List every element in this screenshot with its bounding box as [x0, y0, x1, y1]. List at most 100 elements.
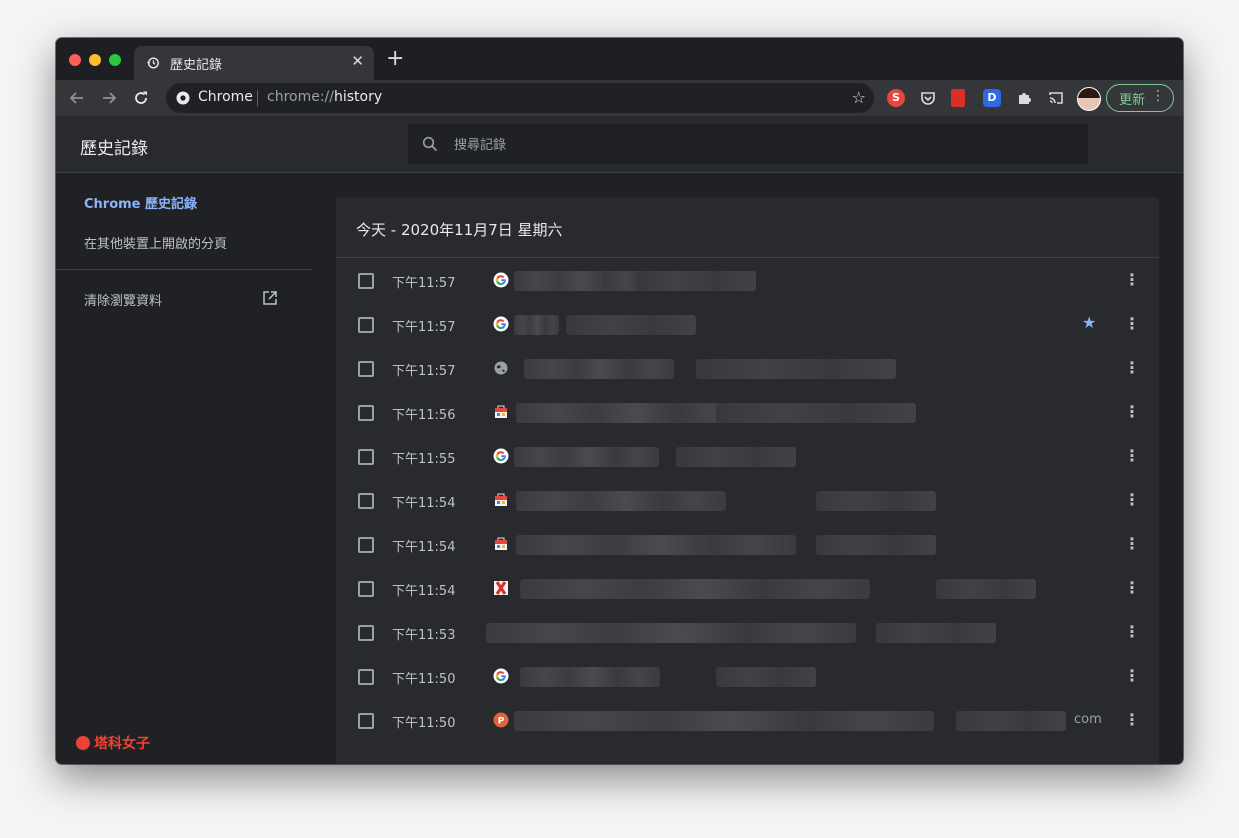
- arrow-right-icon: [103, 92, 117, 104]
- clear-browsing-data-link[interactable]: 清除瀏覽資料: [84, 290, 162, 309]
- row-menu-icon[interactable]: ⋮: [1124, 578, 1140, 597]
- pocket-icon[interactable]: [919, 89, 937, 107]
- row-title-redacted[interactable]: [514, 271, 644, 291]
- row-title-redacted[interactable]: [486, 623, 856, 643]
- store-icon: [493, 492, 509, 508]
- row-title-redacted[interactable]: [516, 491, 726, 511]
- row-menu-icon[interactable]: ⋮: [1124, 270, 1140, 289]
- history-row[interactable]: 下午11:57 ⋮: [336, 347, 1159, 391]
- search-input[interactable]: [452, 132, 1056, 158]
- row-checkbox[interactable]: [358, 361, 374, 377]
- profile-avatar[interactable]: [1077, 87, 1101, 111]
- history-row[interactable]: 下午11:54 ⋮: [336, 479, 1159, 523]
- google-icon: [493, 668, 509, 684]
- row-title-redacted[interactable]: [514, 447, 659, 467]
- row-checkbox[interactable]: [358, 713, 374, 729]
- search-icon: [422, 136, 438, 152]
- site-label: Chrome: [198, 89, 253, 105]
- bookmark-star-icon[interactable]: ☆: [852, 88, 866, 107]
- row-domain-redacted: [936, 579, 1036, 599]
- history-row[interactable]: 下午11:55 ⋮: [336, 435, 1159, 479]
- history-row[interactable]: 下午11:57 ★ ⋮: [336, 303, 1159, 347]
- avatar-hair: [1078, 88, 1100, 98]
- cast-icon[interactable]: [1047, 89, 1065, 107]
- row-title-redacted[interactable]: [520, 579, 870, 599]
- google-icon: [493, 316, 509, 332]
- sidebar-item-chrome-history[interactable]: Chrome 歷史記錄: [84, 193, 197, 212]
- url-host: history: [334, 89, 383, 105]
- address-separator: [257, 90, 258, 106]
- sidebar-item-other-devices[interactable]: 在其他裝置上開啟的分頁: [84, 233, 227, 252]
- open-in-new-icon[interactable]: [262, 290, 278, 306]
- row-menu-icon[interactable]: ⋮: [1124, 666, 1140, 685]
- zoom-window-button[interactable]: [109, 54, 121, 66]
- row-menu-icon[interactable]: ⋮: [1124, 446, 1140, 465]
- forward-button[interactable]: [96, 85, 122, 111]
- row-checkbox[interactable]: [358, 273, 374, 289]
- history-card: 今天 - 2020年11月7日 星期六 下午11:57 ⋮ 下午11:57 ★ ⋮ 下午1…: [336, 197, 1159, 764]
- row-time: 下午11:54: [392, 584, 456, 599]
- row-menu-icon[interactable]: ⋮: [1124, 534, 1140, 553]
- svg-text:P: P: [498, 717, 505, 727]
- row-time: 下午11:50: [392, 716, 456, 731]
- row-title-redacted[interactable]: [516, 535, 796, 555]
- row-checkbox[interactable]: [358, 449, 374, 465]
- search-box[interactable]: [408, 124, 1088, 164]
- reload-button[interactable]: [128, 85, 154, 111]
- address-bar[interactable]: Chrome chrome://history ☆: [166, 83, 874, 113]
- row-checkbox[interactable]: [358, 537, 374, 553]
- history-row[interactable]: 下午11:50 ⋮: [336, 655, 1159, 699]
- row-title-redacted[interactable]: [514, 315, 559, 335]
- row-checkbox[interactable]: [358, 581, 374, 597]
- row-menu-icon[interactable]: ⋮: [1124, 622, 1140, 641]
- row-time: 下午11:56: [392, 408, 456, 423]
- row-menu-icon[interactable]: ⋮: [1124, 402, 1140, 421]
- brand-watermark: 塔科女子: [76, 733, 150, 753]
- row-time: 下午11:57: [392, 276, 456, 291]
- new-tab-button[interactable]: +: [386, 48, 404, 70]
- history-row[interactable]: 下午11:54 ⋮: [336, 567, 1159, 611]
- google-icon: [493, 448, 509, 464]
- google-icon: [493, 272, 509, 288]
- history-icon: [146, 57, 159, 69]
- history-row[interactable]: 下午11:56 ⋮: [336, 391, 1159, 435]
- row-menu-icon[interactable]: ⋮: [1124, 358, 1140, 377]
- row-menu-icon[interactable]: ⋮: [1124, 710, 1140, 729]
- update-button[interactable]: 更新 ⋮: [1106, 84, 1174, 112]
- url-text[interactable]: chrome://history: [267, 89, 382, 105]
- arrow-left-icon: [69, 92, 83, 104]
- row-title-redacted[interactable]: [520, 667, 660, 687]
- book-extension-icon[interactable]: [951, 89, 965, 107]
- history-row[interactable]: 下午11:53 ⋮: [336, 611, 1159, 655]
- history-page-header: 歷史記錄: [56, 116, 1183, 173]
- close-tab-icon[interactable]: ✕: [351, 52, 364, 70]
- row-domain-redacted: [676, 447, 796, 467]
- extension-s-icon[interactable]: S: [887, 89, 905, 107]
- back-button[interactable]: [64, 85, 90, 111]
- row-menu-icon[interactable]: ⋮: [1124, 490, 1140, 509]
- row-domain-redacted: [566, 315, 696, 335]
- row-checkbox[interactable]: [358, 405, 374, 421]
- history-row[interactable]: 下午11:50 Pcom ⋮: [336, 699, 1159, 743]
- row-title-redacted[interactable]: [516, 403, 746, 423]
- browser-window: 歷史記錄 ✕ + Chrome chrome://history ☆ S D 更…: [56, 38, 1183, 764]
- row-domain-redacted: [696, 359, 896, 379]
- row-checkbox[interactable]: [358, 669, 374, 685]
- row-title-redacted[interactable]: [514, 711, 934, 731]
- row-checkbox[interactable]: [358, 317, 374, 333]
- row-checkbox[interactable]: [358, 625, 374, 641]
- minimize-window-button[interactable]: [89, 54, 101, 66]
- history-row[interactable]: 下午11:57 ⋮: [336, 259, 1159, 303]
- row-domain-redacted: [816, 535, 936, 555]
- row-checkbox[interactable]: [358, 493, 374, 509]
- row-domain-tail: com: [1074, 712, 1102, 727]
- row-title-redacted[interactable]: [524, 359, 674, 379]
- history-row[interactable]: 下午11:54 ⋮: [336, 523, 1159, 567]
- close-window-button[interactable]: [69, 54, 81, 66]
- extensions-puzzle-icon[interactable]: [1015, 89, 1033, 107]
- tab-history[interactable]: 歷史記錄 ✕: [134, 46, 374, 80]
- extension-d-icon[interactable]: D: [983, 89, 1001, 107]
- chrome-icon: [176, 91, 190, 105]
- update-label: 更新: [1119, 93, 1146, 108]
- row-menu-icon[interactable]: ⋮: [1124, 314, 1140, 333]
